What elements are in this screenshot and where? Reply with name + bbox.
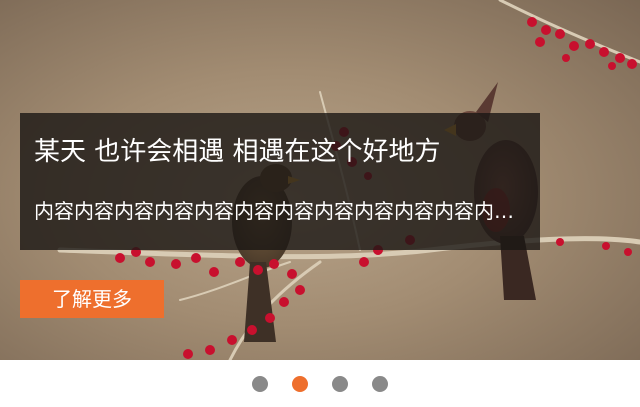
carousel-pagination [0,360,640,407]
pagination-dot[interactable] [292,375,308,392]
pagination-dot[interactable] [372,375,388,392]
slide-title: 某天 也许会相遇 相遇在这个好地方 [34,137,441,167]
learn-more-button[interactable]: 了解更多 [20,280,164,318]
pagination-dot[interactable] [252,375,268,392]
slide-description: 内容内容内容内容内容内容内容内容内容内容内容内容内容内容内容内容 [34,199,514,223]
pagination-dot[interactable] [332,375,348,392]
carousel-slide[interactable]: 某天 也许会相遇 相遇在这个好地方 内容内容内容内容内容内容内容内容内容内容内容… [0,0,640,360]
caption-overlay: 某天 也许会相遇 相遇在这个好地方 内容内容内容内容内容内容内容内容内容内容内容… [20,113,540,250]
